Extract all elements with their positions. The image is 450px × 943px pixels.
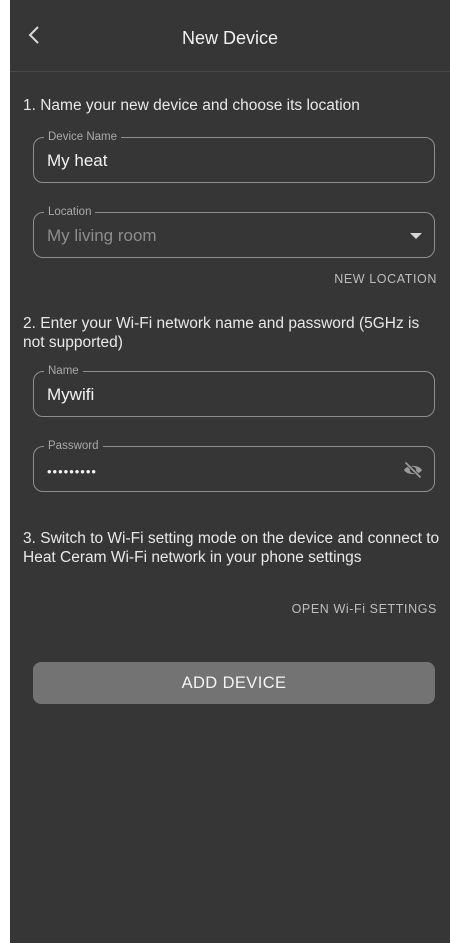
password-field[interactable]: Password ••••••••• (33, 439, 435, 492)
wifi-name-value: Mywifi (47, 385, 95, 404)
device-name-label: Device Name (44, 130, 122, 144)
add-device-button[interactable]: ADD DEVICE (33, 662, 435, 704)
device-name-field[interactable]: Device Name My heat (33, 130, 435, 183)
password-label: Password (44, 439, 103, 453)
app-screen: New Device 1. Name your new device and c… (10, 0, 450, 943)
open-wifi-settings-link[interactable]: OPEN Wi-Fi SETTINGS (292, 602, 437, 616)
eye-off-icon[interactable] (402, 459, 424, 481)
wifi-name-label: Name (44, 364, 83, 378)
step2-label: 2. Enter your Wi-Fi network name and pas… (23, 315, 420, 351)
location-select[interactable]: Location My living room (33, 205, 435, 258)
location-label: Location (44, 205, 96, 219)
wifi-name-field[interactable]: Name Mywifi (33, 364, 435, 417)
page-title: New Device (181, 28, 279, 48)
step1-label: 1. Name your new device and choose its l… (23, 97, 360, 114)
step3-label: 3. Switch to Wi-Fi setting mode on the d… (23, 530, 440, 566)
new-location-link[interactable]: NEW LOCATION (334, 272, 437, 286)
password-value: ••••••••• (47, 464, 97, 479)
location-value: My living room (47, 226, 157, 245)
device-name-value: My heat (47, 151, 108, 170)
dropdown-arrow-icon (410, 233, 422, 239)
header-bar: New Device (10, 0, 450, 72)
